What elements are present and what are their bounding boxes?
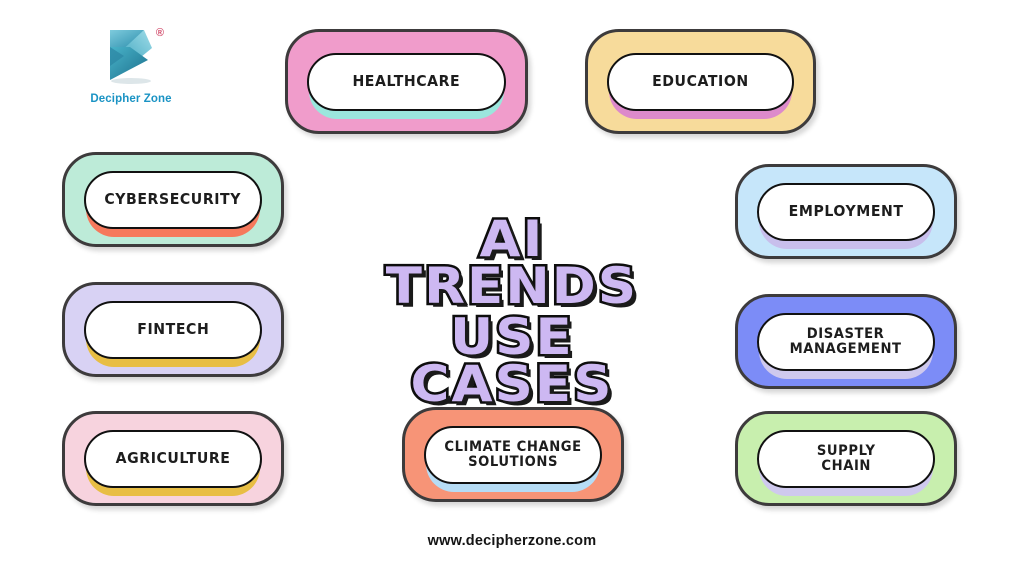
card-label-line: CYBERSECURITY [104, 189, 242, 208]
card-pill-wrap: SUPPLY CHAIN [757, 429, 935, 496]
card-pill[interactable]: CLIMATE CHANGE SOLUTIONS [424, 425, 602, 484]
page-title: AI TRENDS USE CASES [370, 212, 654, 412]
card-label-line: AGRICULTURE [115, 448, 231, 467]
use-case-card-agriculture[interactable]: AGRICULTURE [62, 411, 284, 506]
card-pill-wrap: FINTECH [84, 300, 262, 367]
card-label-line: DISASTER [807, 325, 885, 342]
use-case-card-education[interactable]: EDUCATION [585, 29, 816, 134]
infographic-canvas: ® Decipher Zone AI TRENDS USE CASES HEAL… [0, 0, 1024, 576]
card-pill[interactable]: EDUCATION [607, 52, 794, 111]
use-case-card-fintech[interactable]: FINTECH [62, 282, 284, 377]
card-pill-wrap: HEALTHCARE [307, 52, 506, 119]
use-case-card-employment[interactable]: EMPLOYMENT [735, 164, 957, 259]
card-label-line: MANAGEMENT [789, 340, 902, 357]
card-label: EMPLOYMENT [788, 201, 904, 220]
brand-logo: ® Decipher Zone [78, 28, 184, 110]
card-label: CLIMATE CHANGE SOLUTIONS [444, 438, 582, 470]
card-label: EDUCATION [652, 71, 749, 90]
decipher-zone-arrow-logo-icon: ® [100, 27, 164, 84]
card-pill-wrap: CYBERSECURITY [84, 170, 262, 237]
card-pill-wrap: EMPLOYMENT [757, 182, 935, 249]
brand-name: Decipher Zone [90, 93, 172, 105]
card-label: DISASTER MANAGEMENT [789, 325, 902, 357]
card-pill[interactable]: EMPLOYMENT [757, 182, 935, 241]
use-case-card-disaster-management[interactable]: DISASTER MANAGEMENT [735, 294, 957, 389]
card-pill-wrap: EDUCATION [607, 52, 794, 119]
card-label-line: FINTECH [136, 319, 210, 338]
use-case-card-supply-chain[interactable]: SUPPLY CHAIN [735, 411, 957, 506]
card-pill-wrap: DISASTER MANAGEMENT [757, 312, 935, 379]
card-label: CYBERSECURITY [104, 189, 242, 208]
title-line-2: USE CASES [408, 308, 614, 413]
title-line-1: AI TRENDS [383, 210, 639, 315]
use-case-card-climate-change-solutions[interactable]: CLIMATE CHANGE SOLUTIONS [402, 407, 624, 502]
use-case-card-cybersecurity[interactable]: CYBERSECURITY [62, 152, 284, 247]
card-label: SUPPLY CHAIN [816, 442, 876, 474]
card-pill[interactable]: HEALTHCARE [307, 52, 506, 111]
card-label-line: HEALTHCARE [352, 71, 461, 90]
footer-website-url: www.decipherzone.com [427, 533, 597, 549]
card-label-line: SUPPLY [816, 442, 876, 459]
card-pill[interactable]: FINTECH [84, 300, 262, 359]
card-label-line: EMPLOYMENT [788, 201, 904, 220]
card-label: AGRICULTURE [115, 448, 231, 467]
registered-trademark-icon: ® [155, 27, 164, 39]
card-pill[interactable]: DISASTER MANAGEMENT [757, 312, 935, 371]
card-pill[interactable]: SUPPLY CHAIN [757, 429, 935, 488]
card-label: FINTECH [136, 319, 210, 338]
card-pill[interactable]: CYBERSECURITY [84, 170, 262, 229]
card-label-line: SOLUTIONS [468, 453, 558, 470]
card-label-line: CHAIN [821, 457, 871, 474]
card-label: HEALTHCARE [352, 71, 461, 90]
card-pill[interactable]: AGRICULTURE [84, 429, 262, 488]
card-pill-wrap: AGRICULTURE [84, 429, 262, 496]
card-pill-wrap: CLIMATE CHANGE SOLUTIONS [424, 425, 602, 492]
card-label-line: EDUCATION [652, 71, 749, 90]
use-case-card-healthcare[interactable]: HEALTHCARE [285, 29, 528, 134]
card-label-line: CLIMATE CHANGE [444, 438, 582, 455]
